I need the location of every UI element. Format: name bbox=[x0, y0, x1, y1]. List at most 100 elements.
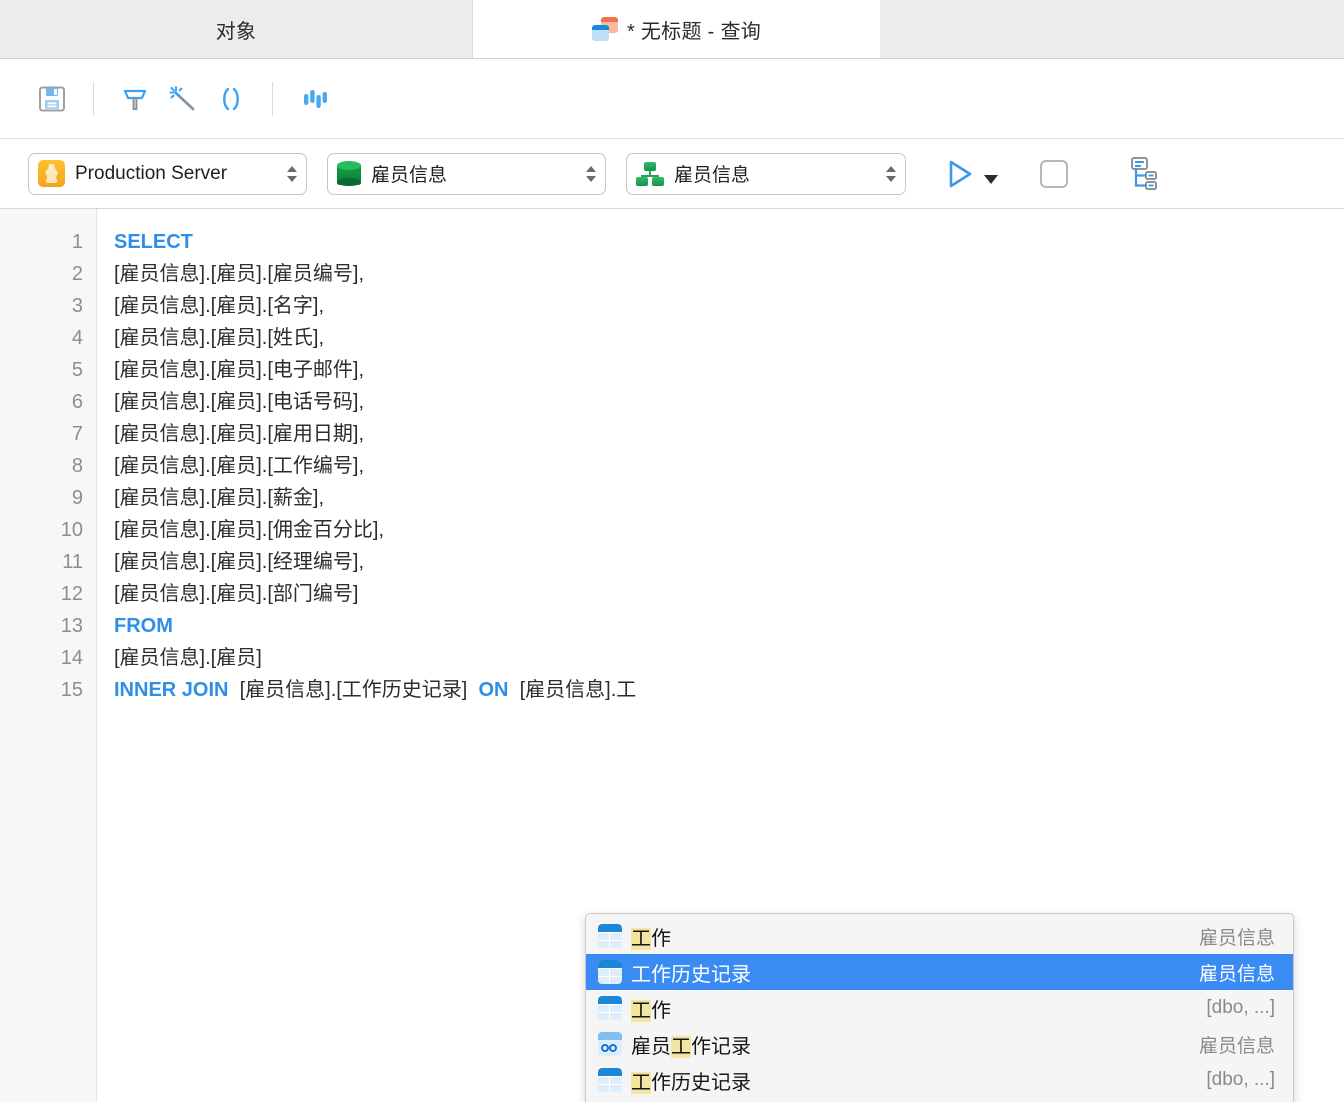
autocomplete-item[interactable]: 雇员工作记录 雇员信息 bbox=[586, 1026, 1293, 1062]
sql-text: [雇员信息].[雇员].[电话号码], bbox=[114, 391, 365, 413]
sql-text: [雇员信息].[雇员].[姓氏], bbox=[114, 327, 325, 349]
sql-keyword: FROM bbox=[114, 615, 173, 637]
parentheses-icon bbox=[223, 87, 239, 110]
sql-text: [雇员信息].[雇员].[部门编号] bbox=[114, 583, 359, 605]
autocomplete-item-name: 工作历史记录 bbox=[631, 1071, 751, 1094]
toolbar bbox=[0, 59, 1344, 139]
query-editor-window: 对象 * 无标题 - 查询 Production Server 雇员信息 雇员信… bbox=[0, 0, 1344, 1102]
query-tab-icon bbox=[591, 17, 618, 41]
run-options-caret-icon[interactable] bbox=[984, 175, 998, 184]
code-line: [雇员信息].[雇员].[薪金], bbox=[114, 482, 1344, 514]
code-line: FROM bbox=[114, 610, 1344, 642]
server-selector[interactable]: Production Server bbox=[28, 152, 307, 195]
sql-text: [雇员信息].工 bbox=[508, 679, 637, 701]
code-line: [雇员信息].[雇员].[经理编号], bbox=[114, 546, 1344, 578]
sql-keyword: ON bbox=[478, 679, 509, 701]
run-icon bbox=[949, 160, 972, 187]
autocomplete-item-name: 工作历史记录 bbox=[631, 963, 751, 986]
tab-query-label: * 无标题 - 查询 bbox=[626, 20, 762, 43]
line-number: 5 bbox=[71, 359, 83, 381]
save-button[interactable] bbox=[28, 75, 76, 123]
table-icon bbox=[598, 924, 622, 948]
line-number: 9 bbox=[71, 487, 83, 509]
sql-text: [雇员信息].[工作历史记录] bbox=[228, 679, 479, 701]
explain-plan-icon bbox=[304, 89, 327, 108]
autocomplete-item[interactable]: 工作历史记录 [dbo, ...] bbox=[586, 1062, 1293, 1098]
autocomplete-item-name: 雇员工作记录 bbox=[631, 1035, 751, 1058]
code-line: [雇员信息].[雇员].[工作编号], bbox=[114, 450, 1344, 482]
code-line: SELECT bbox=[114, 226, 1344, 258]
beautify-sql-button[interactable] bbox=[111, 75, 159, 123]
schema-icon bbox=[636, 161, 664, 186]
sql-text: [雇员信息].[雇员].[薪金], bbox=[114, 487, 325, 509]
code-line: [雇员信息].[雇员] bbox=[114, 642, 1344, 674]
code-line: [雇员信息].[雇员].[佣金百分比], bbox=[114, 514, 1344, 546]
database-selector-stepper[interactable] bbox=[584, 161, 598, 187]
code-line: INNER JOIN [雇员信息].[工作历史记录] ON [雇员信息].工 bbox=[114, 674, 1344, 706]
sql-text: [雇员信息].[雇员].[电子邮件], bbox=[114, 359, 365, 381]
sql-text: [雇员信息].[雇员].[名字], bbox=[114, 295, 325, 317]
autocomplete-item-selected[interactable]: 工作历史记录 雇员信息 bbox=[586, 954, 1293, 990]
database-selector-label: 雇员信息 bbox=[371, 165, 448, 186]
autocomplete-item[interactable]: 工作 雇员信息 bbox=[586, 918, 1293, 954]
sql-keyword: SELECT bbox=[114, 231, 193, 253]
server-selector-stepper[interactable] bbox=[285, 161, 299, 187]
autocomplete-item-source: 雇员信息 bbox=[1198, 963, 1275, 985]
parentheses-button[interactable] bbox=[207, 75, 255, 123]
code-line: [雇员信息].[雇员].[电话号码], bbox=[114, 386, 1344, 418]
magic-wand-icon bbox=[169, 85, 195, 110]
autocomplete-popup[interactable]: 工作 雇员信息 工作历史记录 雇员信息 工作 [dbo, ...] 雇员工作记录… bbox=[585, 913, 1294, 1102]
table-icon bbox=[598, 960, 622, 984]
autocomplete-item-name: 工作 bbox=[631, 999, 671, 1022]
run-query-button[interactable] bbox=[940, 155, 998, 193]
line-number: 7 bbox=[71, 423, 83, 445]
line-number: 11 bbox=[62, 551, 83, 573]
code-line: [雇员信息].[雇员].[部门编号] bbox=[114, 578, 1344, 610]
database-icon bbox=[337, 160, 361, 187]
schema-selector-stepper[interactable] bbox=[884, 161, 898, 187]
line-number: 10 bbox=[60, 519, 83, 541]
line-number: 15 bbox=[60, 679, 83, 701]
stop-query-button[interactable] bbox=[1040, 159, 1068, 188]
toolbar-divider-1 bbox=[93, 81, 94, 116]
tab-query[interactable]: * 无标题 - 查询 bbox=[473, 0, 880, 58]
view-icon bbox=[598, 1032, 622, 1056]
line-number: 6 bbox=[71, 391, 83, 413]
sql-text: [雇员信息].[雇员].[经理编号], bbox=[114, 551, 365, 573]
code-line: [雇员信息].[雇员].[雇用日期], bbox=[114, 418, 1344, 450]
toolbar-divider-2 bbox=[272, 81, 273, 116]
autocomplete-item-source: [dbo, ...] bbox=[1206, 997, 1275, 1018]
schema-selector-label: 雇员信息 bbox=[674, 165, 751, 186]
code-line: [雇员信息].[雇员].[电子邮件], bbox=[114, 354, 1344, 386]
server-icon bbox=[38, 160, 65, 187]
autocomplete-item[interactable]: 工作 [dbo, ...] bbox=[586, 990, 1293, 1026]
tab-bar: 对象 * 无标题 - 查询 bbox=[0, 0, 1344, 59]
sql-editor[interactable]: 1 2 3 4 5 6 7 8 9 10 11 12 13 14 15 SELE… bbox=[0, 209, 1344, 1102]
line-number: 14 bbox=[60, 647, 83, 669]
execution-plan-button[interactable] bbox=[1118, 154, 1160, 194]
line-number: 8 bbox=[71, 455, 83, 477]
autocomplete-item-name: 工作 bbox=[631, 927, 671, 950]
schema-selector[interactable]: 雇员信息 bbox=[626, 152, 906, 195]
line-number: 2 bbox=[71, 263, 83, 285]
execution-plan-icon bbox=[1131, 156, 1157, 190]
autocomplete-item-source: [dbo, ...] bbox=[1206, 1069, 1275, 1090]
beautify-icon bbox=[123, 89, 147, 110]
line-number: 1 bbox=[71, 231, 83, 253]
connection-bar: Production Server 雇员信息 雇员信息 bbox=[0, 139, 1344, 209]
database-selector[interactable]: 雇员信息 bbox=[327, 152, 606, 195]
explain-plan-toolbar-button[interactable] bbox=[290, 75, 338, 123]
sql-text: [雇员信息].[雇员].[雇员编号], bbox=[114, 263, 365, 285]
sql-text: [雇员信息].[雇员].[雇用日期], bbox=[114, 423, 365, 445]
format-magic-button[interactable] bbox=[159, 75, 207, 123]
tab-objects-label: 对象 bbox=[215, 20, 257, 43]
code-line: [雇员信息].[雇员].[雇员编号], bbox=[114, 258, 1344, 290]
sql-text: [雇员信息].[雇员].[佣金百分比], bbox=[114, 519, 385, 541]
save-icon bbox=[39, 86, 65, 111]
tab-objects[interactable]: 对象 bbox=[0, 0, 473, 58]
code-line: [雇员信息].[雇员].[名字], bbox=[114, 290, 1344, 322]
table-icon bbox=[598, 996, 622, 1020]
line-number-gutter: 1 2 3 4 5 6 7 8 9 10 11 12 13 14 15 bbox=[0, 209, 97, 1102]
code-line: [雇员信息].[雇员].[姓氏], bbox=[114, 322, 1344, 354]
line-number: 4 bbox=[71, 327, 83, 349]
